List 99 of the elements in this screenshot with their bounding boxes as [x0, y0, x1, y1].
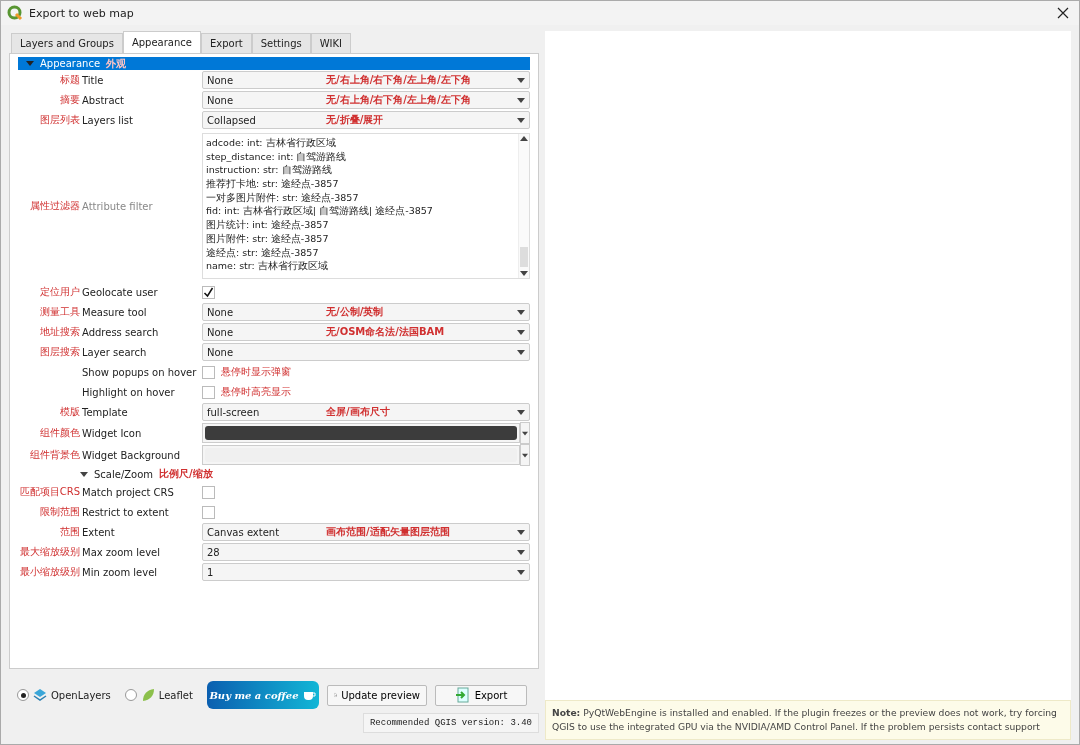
annotation: 组件颜色 [40, 426, 80, 440]
export-button[interactable]: Export [435, 684, 527, 706]
field-label: Attribute filter [82, 200, 154, 212]
tab[interactable]: Appearance [122, 31, 201, 53]
field-label: Geolocate user [82, 286, 159, 298]
expand-arrow-icon [80, 471, 88, 477]
dropdown-button[interactable] [520, 422, 530, 444]
field-label: Max zoom level [82, 546, 162, 558]
caret-icon [522, 452, 528, 458]
field-label: Widget Background [82, 449, 182, 461]
caret-icon [517, 117, 525, 123]
annotation: 悬停时显示弹窗 [221, 365, 291, 379]
attribute-list[interactable] [202, 133, 530, 279]
layers-icon [33, 688, 47, 702]
coffee-button[interactable]: Buy me a coffee [207, 681, 319, 709]
section-header[interactable]: Appearance 外观 [18, 57, 530, 70]
annotation: 无/折叠/展开 [326, 113, 384, 127]
annotation: 属性过滤器 [30, 199, 80, 213]
app-logo-icon [7, 5, 23, 21]
annotation: 定位用户 [40, 285, 80, 299]
annotation: 画布范围/适配矢量图层范围 [326, 525, 450, 539]
annotation: 全屏/画布尺寸 [326, 405, 390, 419]
annotation: 悬停时高亮显示 [221, 385, 291, 399]
scrollbar-thumb[interactable] [520, 247, 528, 267]
tab[interactable]: Export [200, 33, 252, 53]
version-label: Recommended QGIS version: 3.40 [362, 713, 539, 733]
annotation: 最大缩放级别 [20, 545, 80, 559]
checkbox[interactable] [202, 505, 215, 519]
caret-icon [517, 77, 525, 83]
caret-icon [517, 309, 525, 315]
caret-icon [517, 529, 525, 535]
tab[interactable]: Settings [251, 33, 311, 53]
caret-icon [517, 329, 525, 335]
checkbox[interactable] [202, 385, 215, 399]
annotation: 匹配项目CRS [19, 485, 80, 499]
caret-icon [517, 349, 525, 355]
section-header[interactable]: Scale/Zoom 比例尺/缩放 [18, 466, 530, 482]
caret-icon [517, 549, 525, 555]
annotation: 无/右上角/右下角/左上角/左下角 [326, 73, 471, 87]
field-label: Widget Icon [82, 427, 143, 439]
caret-icon [517, 569, 525, 575]
caret-icon [517, 409, 525, 415]
annotation: 无/公制/英制 [326, 305, 384, 319]
field-label: Highlight on hover [82, 386, 176, 398]
caret-icon [517, 97, 525, 103]
radio-button[interactable] [124, 689, 137, 701]
field-label: Abstract [82, 94, 125, 106]
close-icon[interactable] [1057, 7, 1069, 19]
annotation: 范围 [60, 525, 80, 539]
scrollbar[interactable] [518, 134, 529, 278]
field-label: Min zoom level [82, 566, 159, 578]
tab[interactable]: WIKI [310, 33, 352, 53]
annotation: 外观 [106, 56, 127, 71]
section-title: Appearance [40, 58, 101, 69]
field-label: Match project CRS [82, 486, 175, 498]
field-label: Layer search [82, 346, 148, 358]
dropdown-button[interactable] [520, 444, 530, 466]
expand-arrow-icon [26, 61, 34, 66]
scroll-down-icon [520, 271, 528, 276]
annotation: 图层搜索 [40, 345, 80, 359]
field-label: Extent [82, 526, 116, 538]
annotation: 组件背景色 [30, 448, 80, 462]
annotation: 最小缩放级别 [20, 565, 80, 579]
annotation: 测量工具 [40, 305, 80, 319]
checkbox[interactable] [202, 285, 215, 299]
annotation: 模版 [60, 405, 80, 419]
annotation: 摘要 [60, 93, 80, 107]
export-icon [454, 687, 471, 703]
dropdown[interactable]: 28 [202, 543, 530, 561]
dropdown[interactable]: 1 [202, 563, 530, 581]
radio-label[interactable]: OpenLayers [51, 689, 111, 701]
annotation: 地址搜索 [40, 325, 80, 339]
checkbox[interactable] [202, 365, 215, 379]
field-label: Layers list [82, 114, 134, 126]
scroll-up-icon [520, 136, 528, 141]
dropdown[interactable]: None [202, 343, 530, 361]
section-title: Scale/Zoom [94, 468, 154, 480]
annotation: 图层列表 [40, 113, 80, 127]
annotation: 比例尺/缩放 [159, 467, 213, 481]
radio-button[interactable] [17, 689, 29, 701]
field-label: Title [82, 74, 105, 86]
window-title: Export to web map [29, 6, 134, 20]
field-label: Show popups on hover [82, 366, 198, 378]
field-label: Restrict to extent [82, 506, 170, 518]
annotation: 限制范围 [40, 505, 80, 519]
field-label: Template [82, 406, 129, 418]
tab[interactable]: Layers and Groups [11, 33, 123, 53]
checkbox[interactable] [202, 485, 215, 499]
radio-label[interactable]: Leaflet [158, 689, 193, 701]
field-label: Address search [82, 326, 160, 338]
annotation: 无/OSM命名法/法国BAM [326, 325, 445, 339]
leaf-icon [140, 688, 155, 702]
annotation: 标题 [60, 73, 80, 87]
update-preview-button[interactable]: Update preview [327, 684, 427, 706]
cup-icon [302, 689, 317, 701]
caret-icon [522, 430, 528, 436]
note-text: Note: PyQtWebEngine is installed and enabled. If the plugin freezes or the preview does not work, try forcing QGIS to use the integrated GPU via the NVIDIA/AMD Control Panel. If the problem persists contact support [545, 700, 1071, 740]
annotation: 无/右上角/右下角/左上角/左下角 [326, 93, 471, 107]
field-label: Measure tool [82, 306, 148, 318]
